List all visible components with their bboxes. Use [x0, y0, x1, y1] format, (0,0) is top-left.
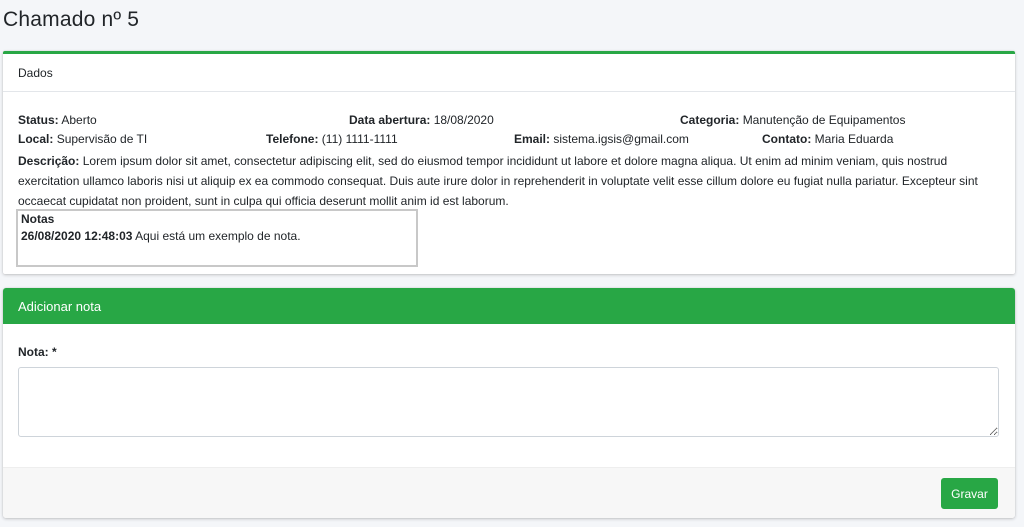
- adicionar-nota-header: Adicionar nota: [3, 288, 1015, 324]
- status-field: Status: Aberto: [18, 113, 97, 127]
- status-value: Aberto: [61, 113, 97, 127]
- contato-value: Maria Eduarda: [814, 132, 894, 146]
- telefone-value: (11) 1111-1111: [321, 132, 398, 146]
- status-label: Status:: [18, 113, 59, 127]
- categoria-value: Manutenção de Equipamentos: [742, 113, 906, 127]
- data-abertura-field: Data abertura: 18/08/2020: [349, 113, 494, 127]
- descricao-value: Lorem ipsum dolor sit amet, consectetur …: [18, 154, 978, 208]
- adicionar-nota-footer: Gravar: [3, 467, 1015, 518]
- dados-card: Dados Status: Aberto Data abertura: 18/0…: [3, 51, 1015, 274]
- telefone-label: Telefone:: [266, 132, 319, 146]
- telefone-field: Telefone: (11) 1111-1111: [266, 132, 398, 146]
- dados-card-title: Dados: [18, 65, 53, 80]
- email-label: Email:: [514, 132, 551, 146]
- note-item: 26/08/2020 12:48:03 Aqui está um exemplo…: [21, 226, 413, 246]
- note-timestamp: 26/08/2020 12:48:03: [21, 229, 133, 243]
- data-abertura-label: Data abertura:: [349, 113, 431, 127]
- dados-card-header: Dados: [3, 54, 1015, 92]
- adicionar-nota-title: Adicionar nota: [18, 298, 102, 314]
- contato-label: Contato:: [762, 132, 812, 146]
- page-title: Chamado nº 5: [3, 8, 140, 31]
- local-value: Supervisão de TI: [56, 132, 148, 146]
- categoria-field: Categoria: Manutenção de Equipamentos: [680, 113, 905, 127]
- descricao-field: Descrição: Lorem ipsum dolor sit amet, c…: [18, 151, 993, 211]
- notas-title: Notas: [21, 212, 55, 226]
- save-button[interactable]: Gravar: [941, 478, 998, 509]
- notas-box: Notas 26/08/2020 12:48:03 Aqui está um e…: [16, 209, 418, 267]
- email-value: sistema.igsis@gmail.com: [553, 132, 689, 146]
- data-abertura-value: 18/08/2020: [433, 113, 494, 127]
- local-label: Local:: [18, 132, 54, 146]
- email-field: Email: sistema.igsis@gmail.com: [514, 132, 689, 146]
- categoria-label: Categoria:: [680, 113, 740, 127]
- nota-textarea[interactable]: [18, 367, 999, 437]
- nota-field-label: Nota: *: [18, 345, 57, 359]
- descricao-label: Descrição:: [18, 154, 80, 168]
- contato-field: Contato: Maria Eduarda: [762, 132, 893, 146]
- adicionar-nota-card: Adicionar nota Nota: * Gravar: [3, 288, 1015, 518]
- note-text: Aqui está um exemplo de nota.: [135, 229, 301, 243]
- local-field: Local: Supervisão de TI: [18, 132, 147, 146]
